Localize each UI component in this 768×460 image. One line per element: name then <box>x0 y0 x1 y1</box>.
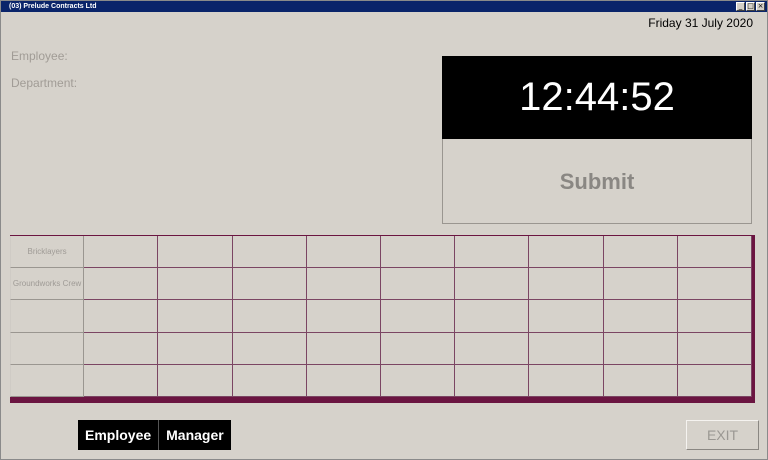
current-date: Friday 31 July 2020 <box>648 16 753 30</box>
grid-cell[interactable] <box>529 236 604 269</box>
grid-cell[interactable] <box>232 332 307 365</box>
grid-cell[interactable] <box>232 364 307 397</box>
grid-cell[interactable] <box>455 300 530 333</box>
grid-cell[interactable] <box>232 268 307 301</box>
grid-cell[interactable] <box>529 300 604 333</box>
grid-cell[interactable] <box>529 332 604 365</box>
employee-label: Employee: <box>11 49 68 63</box>
grid-cell[interactable] <box>158 268 233 301</box>
grid-cell[interactable] <box>158 236 233 269</box>
window-title: (03) Prelude Contracts Ltd <box>9 3 97 10</box>
minimize-icon[interactable]: _ <box>736 2 745 11</box>
department-button[interactable] <box>10 300 85 333</box>
grid-cell[interactable] <box>306 332 381 365</box>
grid-cell[interactable] <box>232 300 307 333</box>
grid-cell[interactable] <box>529 364 604 397</box>
department-button-groundworks-crew[interactable]: Groundworks Crew <box>10 268 85 301</box>
grid-cell[interactable] <box>84 236 159 269</box>
submit-button[interactable]: Submit <box>442 139 752 224</box>
grid-cell[interactable] <box>677 332 752 365</box>
close-icon[interactable]: × <box>756 2 765 11</box>
grid-cell[interactable] <box>84 300 159 333</box>
grid-cell[interactable] <box>306 364 381 397</box>
department-button[interactable] <box>10 364 85 397</box>
grid-cell[interactable] <box>677 268 752 301</box>
grid-cell[interactable] <box>84 332 159 365</box>
clock-display: 12:44:52 <box>442 56 752 139</box>
department-button[interactable] <box>10 332 85 365</box>
grid-cell[interactable] <box>603 300 678 333</box>
grid-cell[interactable] <box>306 300 381 333</box>
grid-cell[interactable] <box>232 236 307 269</box>
grid-cell[interactable] <box>677 300 752 333</box>
grid-cell[interactable] <box>455 236 530 269</box>
grid-cell[interactable] <box>603 268 678 301</box>
grid-cell[interactable] <box>603 236 678 269</box>
grid-cell[interactable] <box>158 300 233 333</box>
title-bar: (03) Prelude Contracts Ltd _ □ × <box>1 1 767 12</box>
grid-cell[interactable] <box>158 332 233 365</box>
grid-cell[interactable] <box>603 332 678 365</box>
grid-cell[interactable] <box>455 332 530 365</box>
exit-button[interactable]: EXIT <box>686 420 759 450</box>
grid-cell[interactable] <box>677 364 752 397</box>
department-label: Department: <box>11 76 78 90</box>
grid-cell[interactable] <box>677 236 752 269</box>
maximize-icon[interactable]: □ <box>746 2 755 11</box>
grid-cell[interactable] <box>380 268 456 301</box>
grid-cell[interactable] <box>455 364 530 397</box>
department-grid: Bricklayers Groundworks Crew <box>10 235 755 403</box>
grid-cell[interactable] <box>158 364 233 397</box>
grid-cell[interactable] <box>380 332 456 365</box>
grid-cell[interactable] <box>380 364 456 397</box>
manager-mode-button[interactable]: Manager <box>158 420 231 450</box>
grid-cell[interactable] <box>455 268 530 301</box>
grid-cell[interactable] <box>84 364 159 397</box>
app-window: (03) Prelude Contracts Ltd _ □ × Friday … <box>0 0 768 460</box>
grid-cell[interactable] <box>529 268 604 301</box>
grid-cell[interactable] <box>380 236 456 269</box>
mode-switch: Employee Manager <box>78 420 231 450</box>
grid-cell[interactable] <box>306 268 381 301</box>
grid-cell[interactable] <box>603 364 678 397</box>
employee-mode-button[interactable]: Employee <box>78 420 159 450</box>
department-button-bricklayers[interactable]: Bricklayers <box>10 236 85 269</box>
window-controls: _ □ × <box>736 2 765 11</box>
grid-cell[interactable] <box>380 300 456 333</box>
grid-cell[interactable] <box>306 236 381 269</box>
grid-cell[interactable] <box>84 268 159 301</box>
